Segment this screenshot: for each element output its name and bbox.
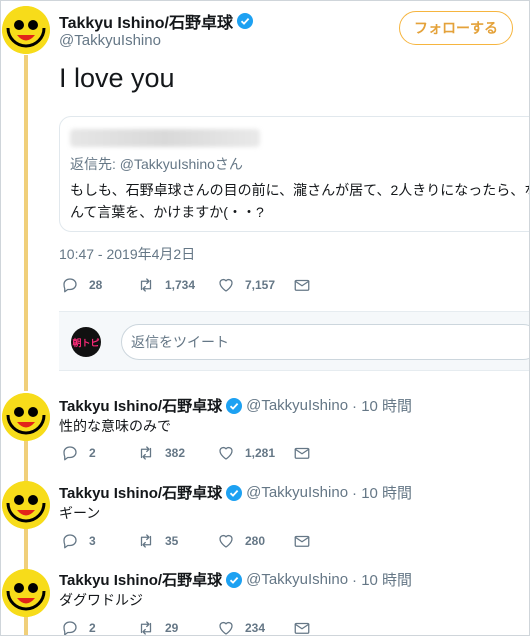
message-button[interactable] <box>293 276 311 294</box>
retweet-count: 35 <box>165 534 179 548</box>
thread-line <box>24 439 28 483</box>
retweet-icon <box>140 446 152 460</box>
quoted-tweet-text: もしも、石野卓球さんの目の前に、瀧さんが居て、2人きりになったら、なんて言葉を、… <box>70 182 530 220</box>
tweet-timestamp[interactable]: 10:47 - 2019年4月2日 <box>59 244 195 264</box>
blurred-username <box>70 129 260 147</box>
author-name[interactable]: Takkyu Ishino/石野卓球 <box>59 569 222 590</box>
reply-header: Takkyu Ishino/石野卓球 @TakkyuIshino · 10 時間 <box>59 395 412 416</box>
reply-header: Takkyu Ishino/石野卓球 @TakkyuIshino · 10 時間 <box>59 569 412 590</box>
like-button[interactable]: 280 <box>217 532 293 550</box>
reply-icon <box>63 621 77 635</box>
envelope-icon <box>294 535 310 547</box>
envelope-icon <box>294 279 310 291</box>
message-button[interactable] <box>293 444 311 462</box>
like-count: 1,281 <box>245 446 276 460</box>
author-handle[interactable]: @TakkyuIshino <box>59 32 161 49</box>
reply-icon <box>63 446 77 461</box>
like-count: 280 <box>245 534 266 548</box>
reply-text: ダグワドルジ <box>59 592 143 608</box>
reply-time[interactable]: · 10 時間 <box>352 395 412 416</box>
verified-badge-icon <box>226 484 243 501</box>
like-button[interactable]: 1,281 <box>217 444 293 462</box>
reply-button[interactable]: 3 <box>61 532 137 550</box>
follow-button[interactable]: フォローする <box>399 11 513 45</box>
quoted-tweet[interactable]: 返信先: @TakkyuIshinoさん もしも、石野卓球さんの目の前に、瀧さん… <box>59 116 530 232</box>
retweet-icon <box>140 621 152 635</box>
avatar[interactable] <box>2 393 50 441</box>
reply-to-label: 返信先: @TakkyuIshinoさん <box>70 156 243 172</box>
retweet-button[interactable]: 35 <box>137 532 217 550</box>
reply-button[interactable]: 28 <box>61 276 137 294</box>
thread-line <box>24 55 28 391</box>
retweet-icon <box>140 278 152 292</box>
message-button[interactable] <box>293 619 311 635</box>
retweet-icon <box>140 534 152 548</box>
author-handle[interactable]: @TakkyuIshino <box>246 397 348 414</box>
retweet-count: 1,734 <box>165 278 196 292</box>
heart-icon <box>219 621 233 635</box>
like-button[interactable]: 234 <box>217 619 293 635</box>
retweet-button[interactable]: 382 <box>137 444 217 462</box>
heart-icon <box>219 278 233 292</box>
reply-time[interactable]: · 10 時間 <box>352 482 412 503</box>
like-count: 234 <box>245 621 266 635</box>
like-count: 7,157 <box>245 278 276 292</box>
reply-count: 2 <box>89 621 96 635</box>
tweet-actions: 3 35 280 <box>61 532 311 550</box>
tweet-actions: 28 1,734 7,157 <box>61 276 311 294</box>
heart-icon <box>219 446 233 460</box>
reply-count: 3 <box>89 534 96 548</box>
thread-line <box>24 615 28 635</box>
avatar[interactable] <box>2 569 50 617</box>
retweet-button[interactable]: 29 <box>137 619 217 635</box>
reply-count: 28 <box>89 278 103 292</box>
avatar[interactable] <box>2 6 50 54</box>
reply-button[interactable]: 2 <box>61 444 137 462</box>
author-handle[interactable]: @TakkyuIshino <box>246 571 348 588</box>
reply-composer: 朝トピ 返信をツイート <box>59 311 529 371</box>
envelope-icon <box>294 447 310 459</box>
reply-icon <box>63 278 77 293</box>
retweet-count: 29 <box>165 621 179 635</box>
reply-time[interactable]: · 10 時間 <box>352 569 412 590</box>
avatar[interactable] <box>2 481 50 529</box>
author-name[interactable]: Takkyu Ishino/石野卓球 <box>59 9 233 33</box>
retweet-button[interactable]: 1,734 <box>137 276 217 294</box>
envelope-icon <box>294 622 310 634</box>
reply-button[interactable]: 2 <box>61 619 137 635</box>
tweet-thread-frame: Takkyu Ishino/石野卓球 @TakkyuIshino フォローする … <box>0 0 530 636</box>
reply-count: 2 <box>89 446 96 460</box>
author-row: Takkyu Ishino/石野卓球 <box>59 9 253 33</box>
author-name[interactable]: Takkyu Ishino/石野卓球 <box>59 482 222 503</box>
reply-text: ギーン <box>59 505 101 521</box>
heart-icon <box>219 534 233 548</box>
like-button[interactable]: 7,157 <box>217 276 293 294</box>
retweet-count: 382 <box>165 446 186 460</box>
verified-badge-icon <box>226 571 243 588</box>
composer-avatar: 朝トピ <box>71 327 101 357</box>
tweet-text: I love you <box>59 63 175 93</box>
reply-header: Takkyu Ishino/石野卓球 @TakkyuIshino · 10 時間 <box>59 482 412 503</box>
thread-line <box>24 527 28 571</box>
reply-input[interactable]: 返信をツイート <box>121 324 529 360</box>
author-name[interactable]: Takkyu Ishino/石野卓球 <box>59 395 222 416</box>
reply-icon <box>63 534 77 549</box>
verified-badge-icon <box>226 397 243 414</box>
tweet-actions: 2 29 234 <box>61 619 311 635</box>
tweet-actions: 2 382 1,281 <box>61 444 311 462</box>
message-button[interactable] <box>293 532 311 550</box>
verified-badge-icon <box>236 13 253 29</box>
reply-text: 性的な意味のみで <box>59 418 171 434</box>
author-handle[interactable]: @TakkyuIshino <box>246 484 348 501</box>
